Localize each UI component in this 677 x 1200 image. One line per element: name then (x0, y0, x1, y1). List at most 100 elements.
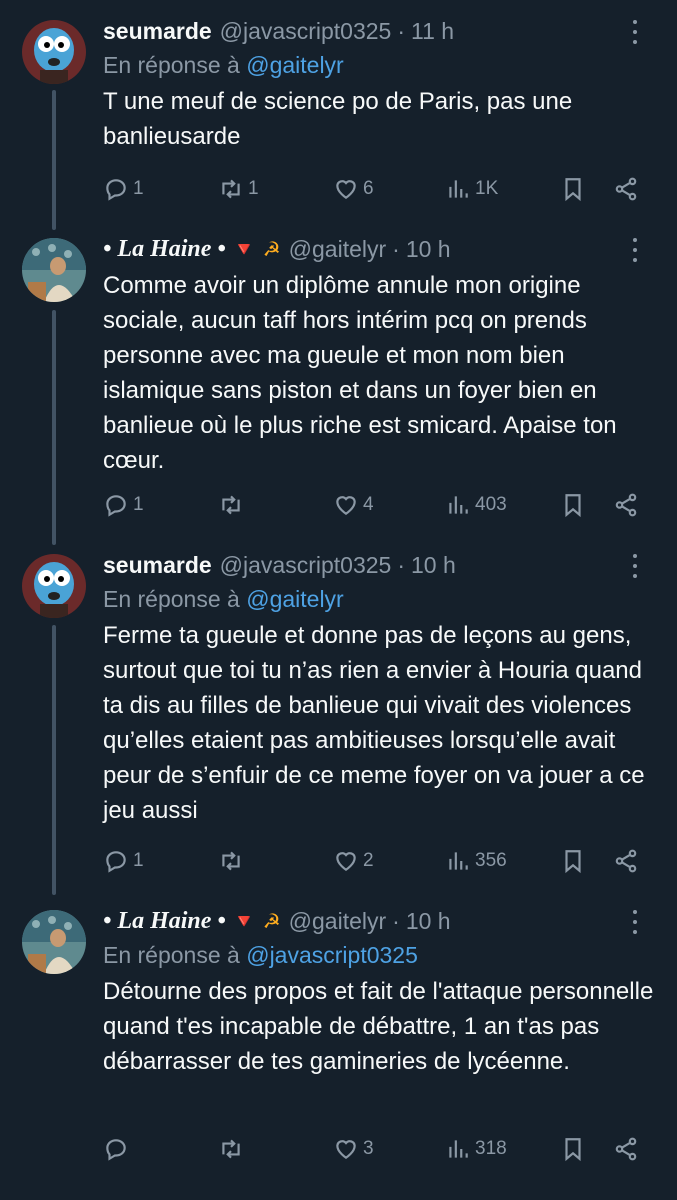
bookmark-icon (565, 1138, 581, 1162)
red-triangle-icon: 🔻 (231, 238, 257, 261)
author-handle[interactable]: @gaitelyr (289, 908, 387, 935)
like-button[interactable]: 4 (333, 492, 374, 518)
views-button[interactable]: 1K (445, 176, 498, 202)
views-button[interactable]: 356 (445, 848, 507, 874)
author-name[interactable]: seumarde (103, 552, 212, 579)
reply-mention[interactable]: @javascript0325 (246, 942, 418, 968)
reply-icon (106, 495, 126, 517)
reply-mention[interactable]: @gaitelyr (246, 586, 344, 612)
thread-line (52, 625, 56, 895)
separator-dot: · (392, 907, 400, 934)
timestamp[interactable]: 10 h (406, 908, 451, 935)
author-name[interactable]: • La Haine • (103, 908, 226, 935)
tweet-text: Détourne des propos et fait de l'attaque… (103, 978, 654, 1075)
avatar-painting-icon (22, 238, 86, 302)
share-button[interactable] (613, 1136, 639, 1162)
avatar-gumball-icon (22, 554, 86, 618)
share-button[interactable] (613, 176, 639, 202)
avatar-gumball-icon (22, 20, 86, 84)
like-button[interactable]: 2 (333, 848, 374, 874)
bookmark-icon (565, 178, 581, 202)
view-count: 356 (475, 850, 507, 871)
thread-line (52, 310, 56, 545)
more-icon[interactable] (625, 20, 645, 44)
bookmark-button[interactable] (560, 492, 586, 518)
tweet-actions: 3 318 (103, 1132, 648, 1166)
hammer-sickle-icon: ☭ (262, 238, 281, 261)
reply-context: En réponse à @gaitelyr (103, 582, 657, 616)
bookmark-icon (565, 850, 581, 874)
tweet-actions: 1 1 6 1K (103, 172, 648, 206)
avatar[interactable] (22, 238, 86, 302)
more-icon[interactable] (625, 910, 645, 934)
reply-icon (106, 851, 126, 873)
more-icon[interactable] (625, 238, 645, 262)
reply-button[interactable]: 1 (103, 848, 144, 874)
more-icon[interactable] (625, 554, 645, 578)
views-icon (449, 1140, 468, 1158)
retweet-icon (222, 851, 240, 871)
reply-prefix: En réponse à (103, 586, 240, 612)
reply-button[interactable] (103, 1136, 133, 1162)
share-button[interactable] (613, 492, 639, 518)
like-button[interactable]: 3 (333, 1136, 374, 1162)
tweet-actions: 1 4 403 (103, 488, 648, 522)
reply-count: 1 (133, 494, 144, 515)
share-icon (615, 177, 637, 201)
avatar[interactable] (22, 910, 86, 974)
like-count: 6 (363, 178, 374, 199)
red-triangle-icon: 🔻 (231, 910, 257, 933)
author-handle[interactable]: @javascript0325 (220, 18, 392, 45)
share-icon (615, 1137, 637, 1161)
views-icon (449, 852, 468, 870)
retweet-button[interactable]: 1 (218, 176, 259, 202)
author-name[interactable]: seumarde (103, 18, 212, 45)
reply-thread: seumarde @javascript0325 · 11 h En répon… (0, 0, 677, 1200)
like-button[interactable]: 6 (333, 176, 374, 202)
views-button[interactable]: 403 (445, 492, 507, 518)
author-handle[interactable]: @gaitelyr (289, 236, 387, 263)
retweet-button[interactable] (218, 1136, 248, 1162)
bookmark-icon (565, 494, 581, 518)
timestamp[interactable]: 11 h (411, 18, 454, 45)
author-name[interactable]: • La Haine • (103, 236, 226, 263)
tweet-text: T une meuf de science po de Paris, pas u… (103, 88, 573, 150)
view-count: 318 (475, 1138, 507, 1159)
like-icon (336, 852, 356, 871)
reply-prefix: En réponse à (103, 52, 240, 78)
share-icon (615, 493, 637, 517)
reply-icon (106, 1139, 126, 1161)
avatar[interactable] (22, 554, 86, 618)
avatar[interactable] (22, 20, 86, 84)
view-count: 403 (475, 494, 507, 515)
bookmark-button[interactable] (560, 1136, 586, 1162)
like-icon (336, 180, 356, 199)
reply-prefix: En réponse à (103, 942, 240, 968)
tweet-text: Ferme ta gueule et donne pas de leçons a… (103, 622, 645, 824)
share-icon (615, 849, 637, 873)
timestamp[interactable]: 10 h (411, 552, 456, 579)
tweet-text: Comme avoir un diplôme annule mon origin… (103, 272, 617, 474)
reply-mention[interactable]: @gaitelyr (246, 52, 344, 78)
like-count: 4 (363, 494, 374, 515)
like-count: 3 (363, 1138, 374, 1159)
views-button[interactable]: 318 (445, 1136, 507, 1162)
share-button[interactable] (613, 848, 639, 874)
hammer-sickle-icon: ☭ (262, 910, 281, 933)
reply-button[interactable]: 1 (103, 176, 144, 202)
reply-context: En réponse à @gaitelyr (103, 48, 657, 82)
thread-line (52, 90, 56, 230)
timestamp[interactable]: 10 h (406, 236, 451, 263)
retweet-button[interactable] (218, 492, 248, 518)
reply-count: 1 (133, 178, 144, 199)
reply-icon (106, 179, 126, 201)
reply-button[interactable]: 1 (103, 492, 144, 518)
views-icon (449, 496, 468, 514)
bookmark-button[interactable] (560, 848, 586, 874)
author-handle[interactable]: @javascript0325 (220, 552, 392, 579)
like-icon (336, 496, 356, 515)
retweet-count: 1 (248, 178, 259, 199)
retweet-button[interactable] (218, 848, 248, 874)
bookmark-button[interactable] (560, 176, 586, 202)
retweet-icon (222, 495, 240, 515)
